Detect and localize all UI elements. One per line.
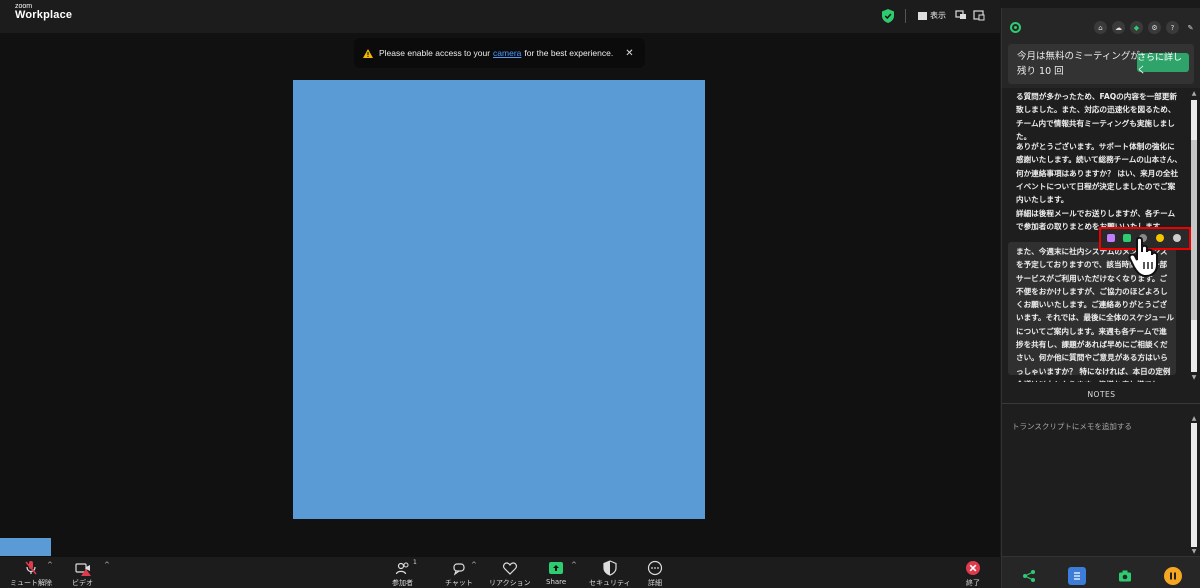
- hand-cursor-icon: [1128, 236, 1158, 278]
- ai-sparkle-icon[interactable]: [1107, 234, 1115, 242]
- heart-icon: [502, 562, 517, 575]
- help-icon[interactable]: ?: [1166, 21, 1179, 34]
- camera-link[interactable]: camera: [493, 48, 521, 58]
- zoom-logo: zoom Workplace: [15, 3, 72, 21]
- view-grid-icon: [918, 11, 927, 20]
- learn-more-button[interactable]: さらに詳しく: [1137, 53, 1189, 76]
- notes-scroll-down-arrow[interactable]: ▼: [1189, 548, 1199, 555]
- participants-label: 参加者: [392, 579, 413, 587]
- scroll-thumb[interactable]: [1191, 140, 1197, 320]
- fullscreen-icon[interactable]: [973, 9, 985, 21]
- camera-icon: [1119, 570, 1131, 582]
- more-button[interactable]: 詳細: [647, 557, 663, 588]
- share-link-button[interactable]: [1020, 567, 1038, 585]
- notice-text: Please enable access to your: [379, 48, 491, 58]
- chat-button[interactable]: チャット: [445, 557, 473, 588]
- video-off-icon: [74, 563, 91, 576]
- promo-line-2: 残り 10 回: [1017, 66, 1064, 77]
- more-dots-icon: [647, 560, 663, 576]
- end-label: 終了: [966, 579, 980, 587]
- security-label: セキュリティ: [589, 579, 631, 587]
- reactions-label: リアクション: [489, 579, 531, 587]
- notes-placeholder: トランスクリプトにメモを追加する: [1012, 422, 1132, 431]
- mute-label: ミュート解除: [10, 579, 52, 587]
- notice-text-after: for the best experience.: [524, 48, 614, 58]
- pen-edit-icon[interactable]: ✎: [1184, 21, 1197, 34]
- end-icon: [966, 561, 980, 575]
- recording-status-icon: [1010, 22, 1021, 33]
- video-button[interactable]: ビデオ: [72, 557, 93, 588]
- encryption-shield-icon[interactable]: [882, 9, 894, 23]
- top-bar: zoom Workplace 表示: [0, 0, 1000, 33]
- panel-footer: [1002, 556, 1200, 588]
- more-label: 詳細: [648, 579, 662, 587]
- settings-small-icon[interactable]: [1173, 234, 1181, 242]
- notes-scrollbar[interactable]: ▲ ▼: [1189, 415, 1199, 555]
- chat-options-caret[interactable]: ^: [471, 561, 477, 569]
- close-notice-button[interactable]: ✕: [625, 48, 633, 59]
- scroll-up-arrow[interactable]: ▲: [1189, 90, 1199, 97]
- participants-count: 1: [413, 559, 417, 566]
- notes-scroll-up-arrow[interactable]: ▲: [1189, 415, 1199, 422]
- share-label: Share: [546, 578, 567, 586]
- share-options-caret[interactable]: ^: [571, 561, 577, 569]
- pause-button[interactable]: [1164, 567, 1182, 585]
- document-icon: [1074, 572, 1080, 580]
- microphone-muted-icon: [25, 561, 37, 575]
- shared-screen: [293, 80, 705, 519]
- top-separator: [905, 9, 906, 23]
- view-button[interactable]: 表示: [918, 10, 946, 21]
- end-meeting-button[interactable]: 終了: [965, 557, 981, 588]
- share-nodes-icon: [1023, 570, 1035, 582]
- warning-icon: [363, 48, 373, 58]
- chat-icon: [453, 563, 465, 576]
- logo-big-text: Workplace: [15, 9, 73, 21]
- video-options-caret[interactable]: ^: [104, 561, 110, 569]
- screenshot-button[interactable]: [1116, 567, 1134, 585]
- free-meetings-banner: 今月は無料のミーティングが 残り 10 回 さらに詳しく: [1008, 44, 1194, 84]
- pip-icon[interactable]: [955, 9, 967, 21]
- share-button[interactable]: Share: [546, 557, 566, 586]
- security-button[interactable]: セキュリティ: [589, 557, 631, 588]
- camera-permission-notice: Please enable access to your camera for …: [354, 38, 645, 68]
- view-label: 表示: [930, 11, 946, 20]
- promo-text: 今月は無料のミーティングが 残り 10 回: [1017, 49, 1140, 79]
- transcript-paragraph: ありがとうございます。サポート体制の強化に感謝いたします。続いて総務チームの山本…: [1016, 142, 1182, 205]
- home-icon[interactable]: ⌂: [1094, 21, 1107, 34]
- mute-options-caret[interactable]: ^: [47, 561, 53, 569]
- pause-icon: [1170, 572, 1176, 580]
- notes-scroll-track: [1191, 423, 1197, 547]
- notes-divider: [1002, 403, 1200, 404]
- zoom-app: zoom Workplace 表示 Please enable access t…: [0, 0, 1200, 588]
- scroll-down-arrow[interactable]: ▼: [1189, 374, 1199, 381]
- notes-input[interactable]: トランスクリプトにメモを追加する: [1006, 415, 1189, 555]
- reactions-button[interactable]: リアクション: [489, 557, 531, 588]
- video-label: ビデオ: [72, 579, 93, 587]
- security-shield-icon: [603, 560, 617, 576]
- share-screen-icon: [549, 562, 564, 574]
- meeting-toolbar: ミュート解除 ^ ビデオ ^ 参加者 1 チャット ^ リアクション Share…: [0, 557, 1000, 588]
- chat-label: チャット: [445, 579, 473, 587]
- participants-icon: [395, 562, 408, 575]
- cloud-icon[interactable]: ☁: [1112, 21, 1125, 34]
- promo-line-1: 今月は無料のミーティングが: [1017, 51, 1140, 62]
- self-view-thumbnail[interactable]: [0, 538, 51, 556]
- shield-status-icon[interactable]: ◆: [1130, 21, 1143, 34]
- transcript-side-panel: ⌂ ☁ ◆ ⚙ ? ✎ 今月は無料のミーティングが 残り 10 回 さらに詳しく…: [1001, 8, 1200, 588]
- settings-gear-icon[interactable]: ⚙: [1148, 21, 1161, 34]
- transcript-paragraph: る質問が多かったため、FAQの内容を一部更新致しました。また、対応の迅速化を図る…: [1016, 92, 1177, 141]
- participants-button[interactable]: 参加者: [392, 557, 413, 588]
- mute-button[interactable]: ミュート解除: [10, 557, 52, 588]
- panel-header: ⌂ ☁ ◆ ⚙ ? ✎ 今月は無料のミーティングが 残り 10 回 さらに詳しく: [1002, 8, 1200, 88]
- document-button[interactable]: [1068, 567, 1086, 585]
- notes-heading: NOTES: [1087, 390, 1116, 399]
